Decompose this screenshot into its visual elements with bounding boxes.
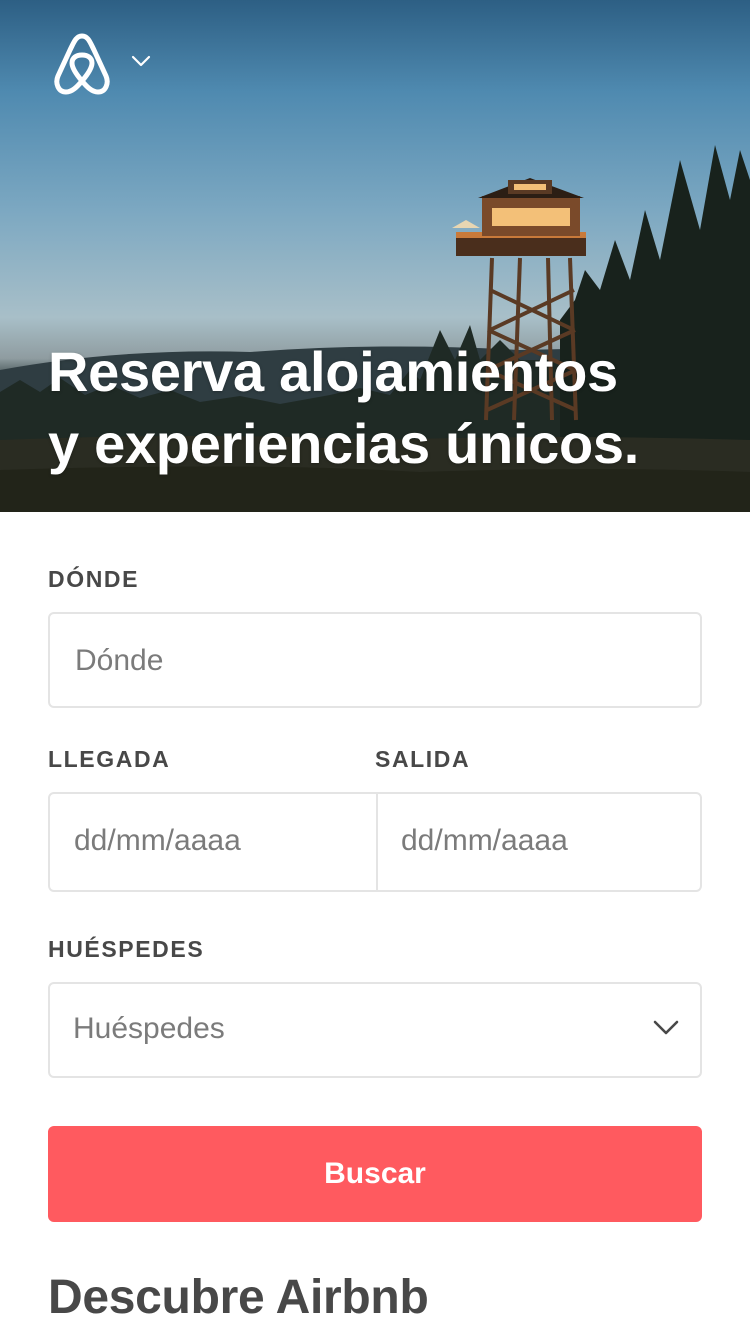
where-label: DÓNDE: [48, 566, 140, 592]
guests-select[interactable]: Huéspedes: [48, 982, 702, 1078]
airbnb-belo-icon: [54, 33, 110, 95]
discover-title: Descubre Airbnb: [48, 1271, 429, 1324]
guests-placeholder: Huéspedes: [73, 1012, 225, 1045]
headline-line-1: Reserva alojamientos: [48, 340, 618, 403]
checkout-input[interactable]: dd/mm/aaaa: [378, 792, 702, 892]
guests-label: HUÉSPEDES: [48, 936, 205, 962]
where-input[interactable]: Dónde: [48, 612, 702, 708]
hero-banner: Reserva alojamientos y experiencias únic…: [0, 0, 750, 512]
where-placeholder: Dónde: [75, 644, 164, 677]
checkin-placeholder: dd/mm/aaaa: [74, 824, 241, 857]
airbnb-logo[interactable]: [50, 30, 114, 98]
checkin-label: LLEGADA: [48, 746, 171, 772]
search-button[interactable]: Buscar: [48, 1126, 702, 1222]
headline-line-2: y experiencias únicos.: [48, 412, 640, 475]
checkout-label: SALIDA: [375, 746, 471, 772]
chevron-down-icon[interactable]: [130, 52, 152, 70]
checkin-input[interactable]: dd/mm/aaaa: [48, 792, 376, 892]
hero-headline: Reserva alojamientos y experiencias únic…: [48, 336, 728, 480]
checkout-placeholder: dd/mm/aaaa: [401, 824, 568, 857]
chevron-down-icon: [653, 1020, 679, 1035]
